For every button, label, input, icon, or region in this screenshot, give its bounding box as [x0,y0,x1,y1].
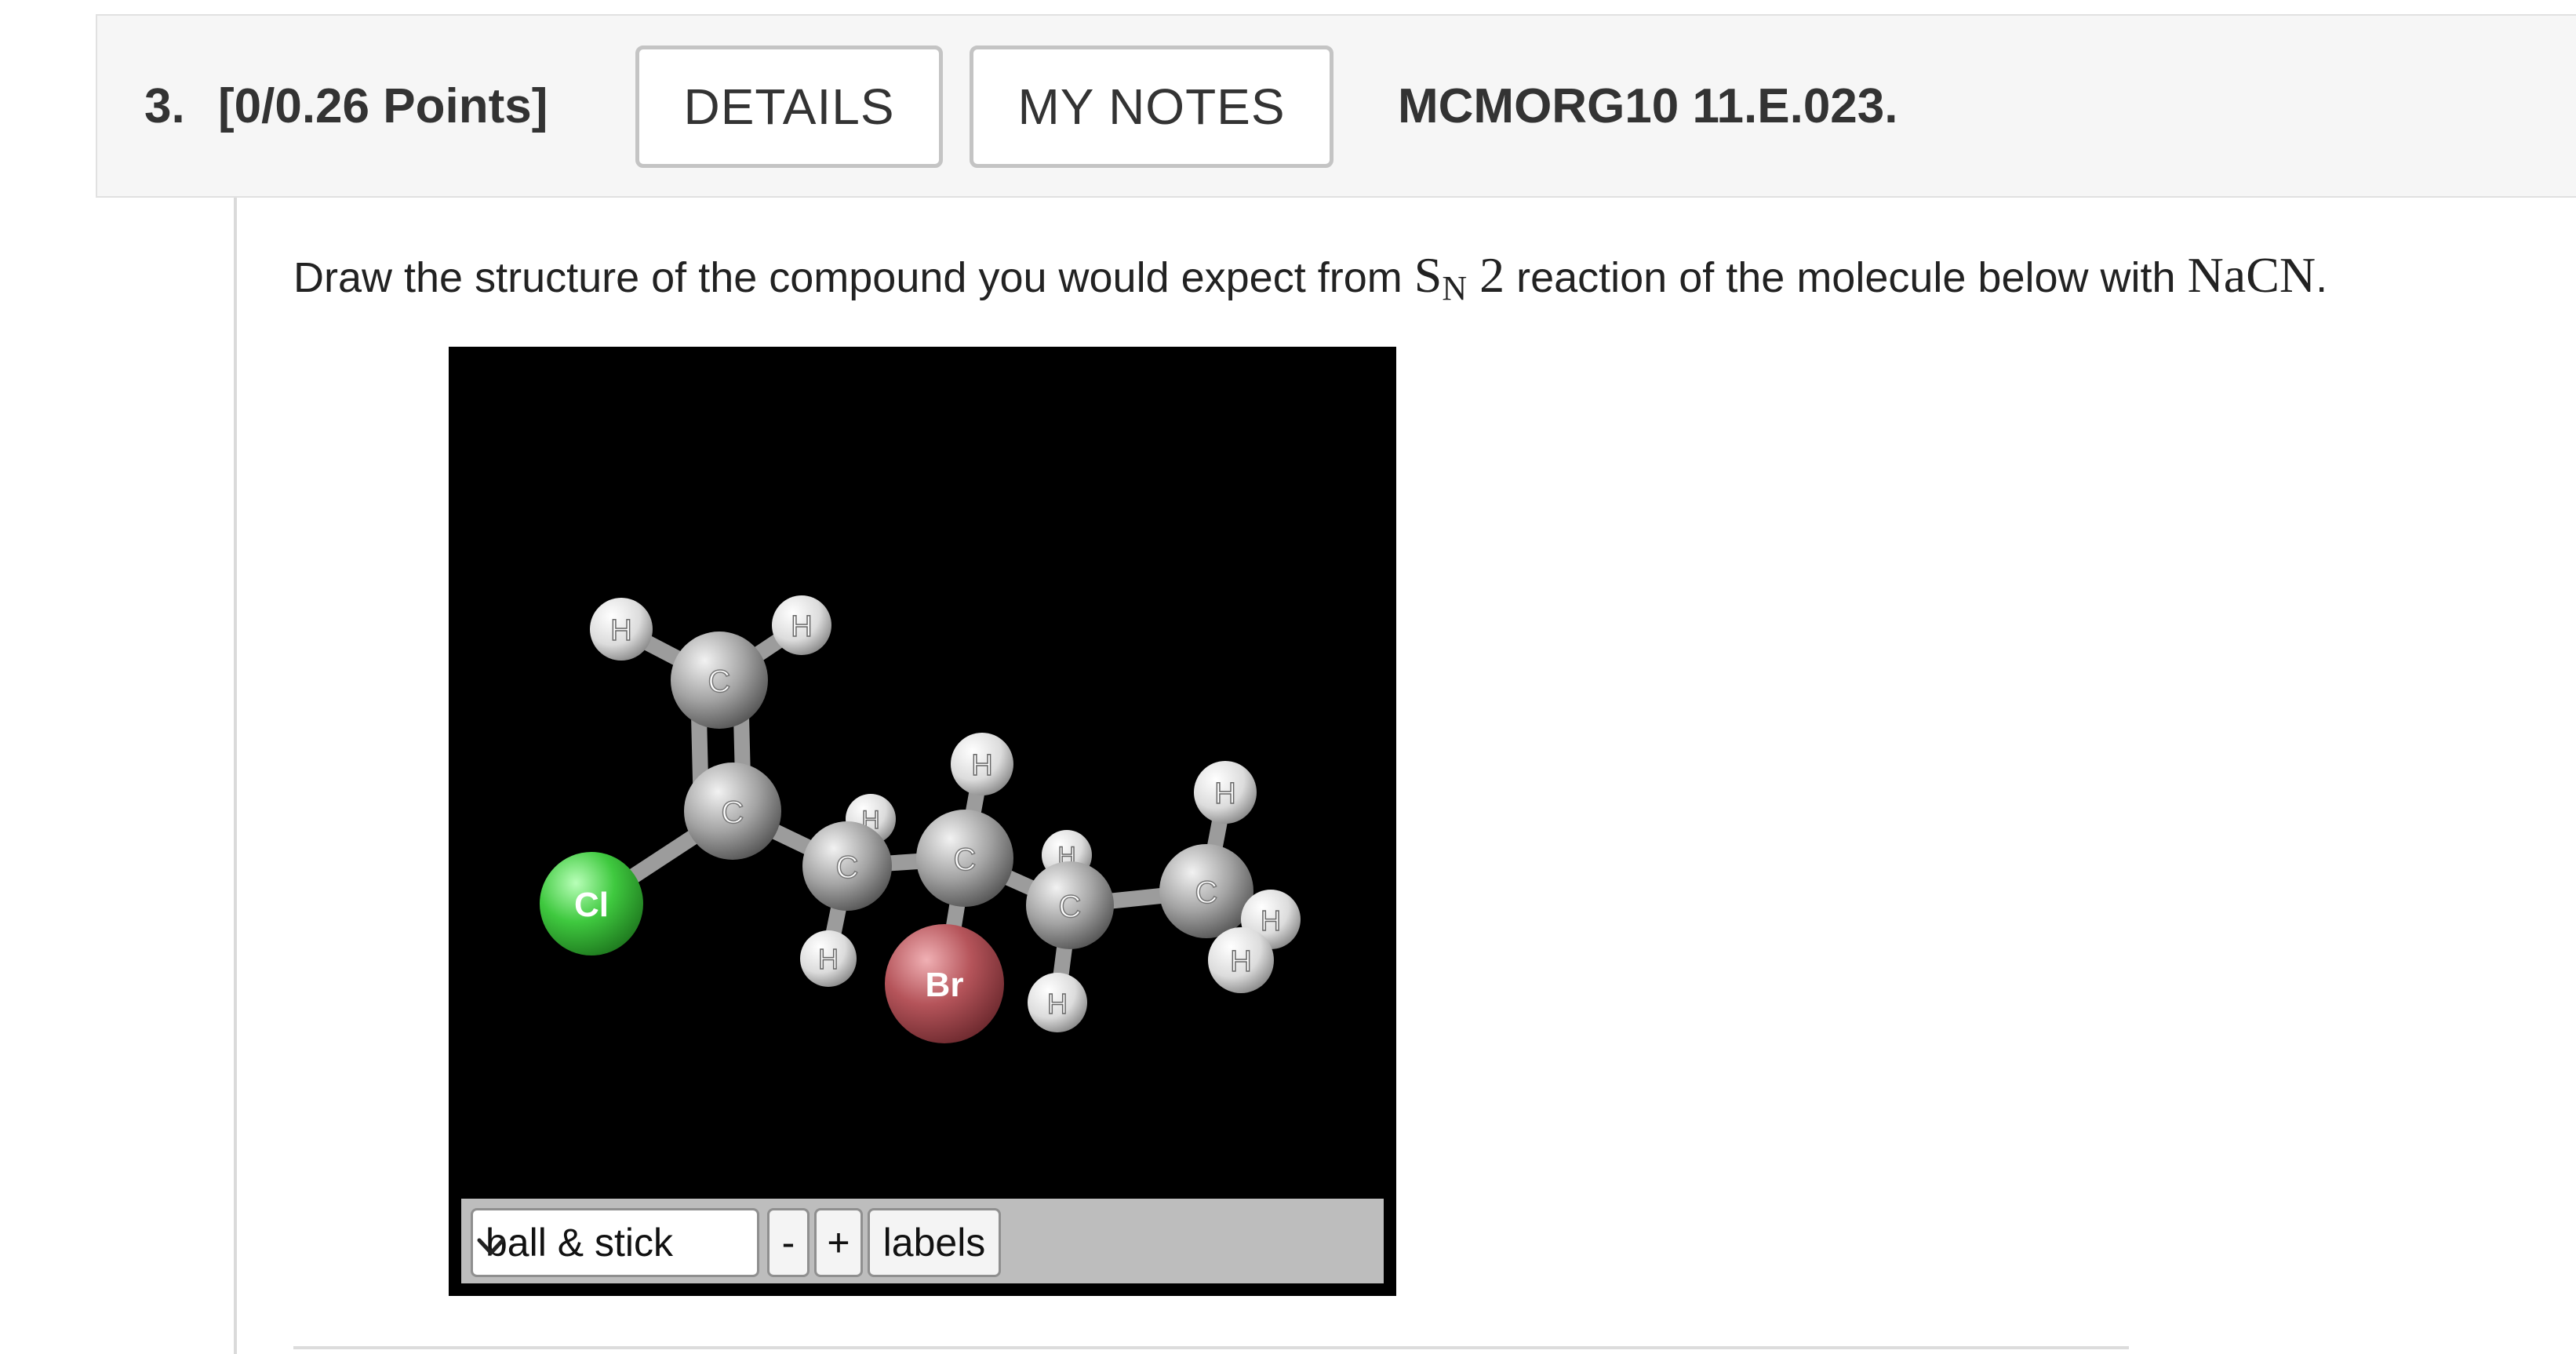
atom-label-c: C [722,795,744,830]
molecule-canvas[interactable]: H H H H H H C C C C C C Cl Br H H H H [449,347,1396,1199]
molecule-viewer[interactable]: H H H H H H C C C C C C Cl Br H H H H ba… [449,347,1396,1296]
my-notes-button[interactable]: MY NOTES [970,45,1333,168]
atom-label-c: C [836,850,859,885]
atom-label-c: C [954,843,977,877]
atom-label-h: H [1214,777,1235,810]
zoom-out-button[interactable]: - [767,1208,810,1277]
question-prompt: Draw the structure of the compound you w… [293,246,2327,308]
reagent: NaCN [2187,247,2316,303]
render-style-select[interactable]: ball & stick [471,1208,759,1277]
viewer-controls: ball & stick - + labels [461,1199,1384,1283]
atom-label-h: H [791,610,812,643]
atom-label-h: H [818,943,839,975]
question-points: [0/0.26 Points] [218,79,548,133]
prompt-text-start: Draw the structure of the compound you w… [293,254,1414,301]
sn2-n: N [1442,269,1468,308]
sn2-2: 2 [1479,247,1505,303]
details-button[interactable]: DETAILS [635,45,943,168]
heavy-atoms: C C C C C C Cl Br [540,632,1253,1043]
atom-label-c: C [1195,875,1218,910]
atom-label-h: H [610,614,631,647]
atom-label-h: H [1230,945,1251,978]
prompt-text-middle: reaction of the molecule below with [1504,254,2188,301]
atom-label-c: C [1059,890,1082,924]
atom-label-cl: Cl [574,886,609,924]
question-body-rule [234,198,237,1354]
atom-label-c: C [708,664,731,699]
atom-label-h: H [971,749,992,782]
atom-label-br: Br [926,966,964,1004]
atom-label-h: H [1047,988,1068,1020]
zoom-in-button[interactable]: + [814,1208,863,1277]
atom-label-h: H [1261,904,1281,937]
render-style-value: ball & stick [486,1221,673,1265]
labels-button[interactable]: labels [868,1208,1001,1277]
question-number: 3. [144,79,185,133]
chevron-down-icon [477,1238,505,1255]
sn2-s: S [1414,247,1443,303]
sn2-symbol: SN 2 [1414,247,1505,308]
prompt-text-end: . [2316,254,2328,301]
question-code: MCMORG10 11.E.023. [1398,79,1898,133]
section-divider [293,1346,2129,1349]
